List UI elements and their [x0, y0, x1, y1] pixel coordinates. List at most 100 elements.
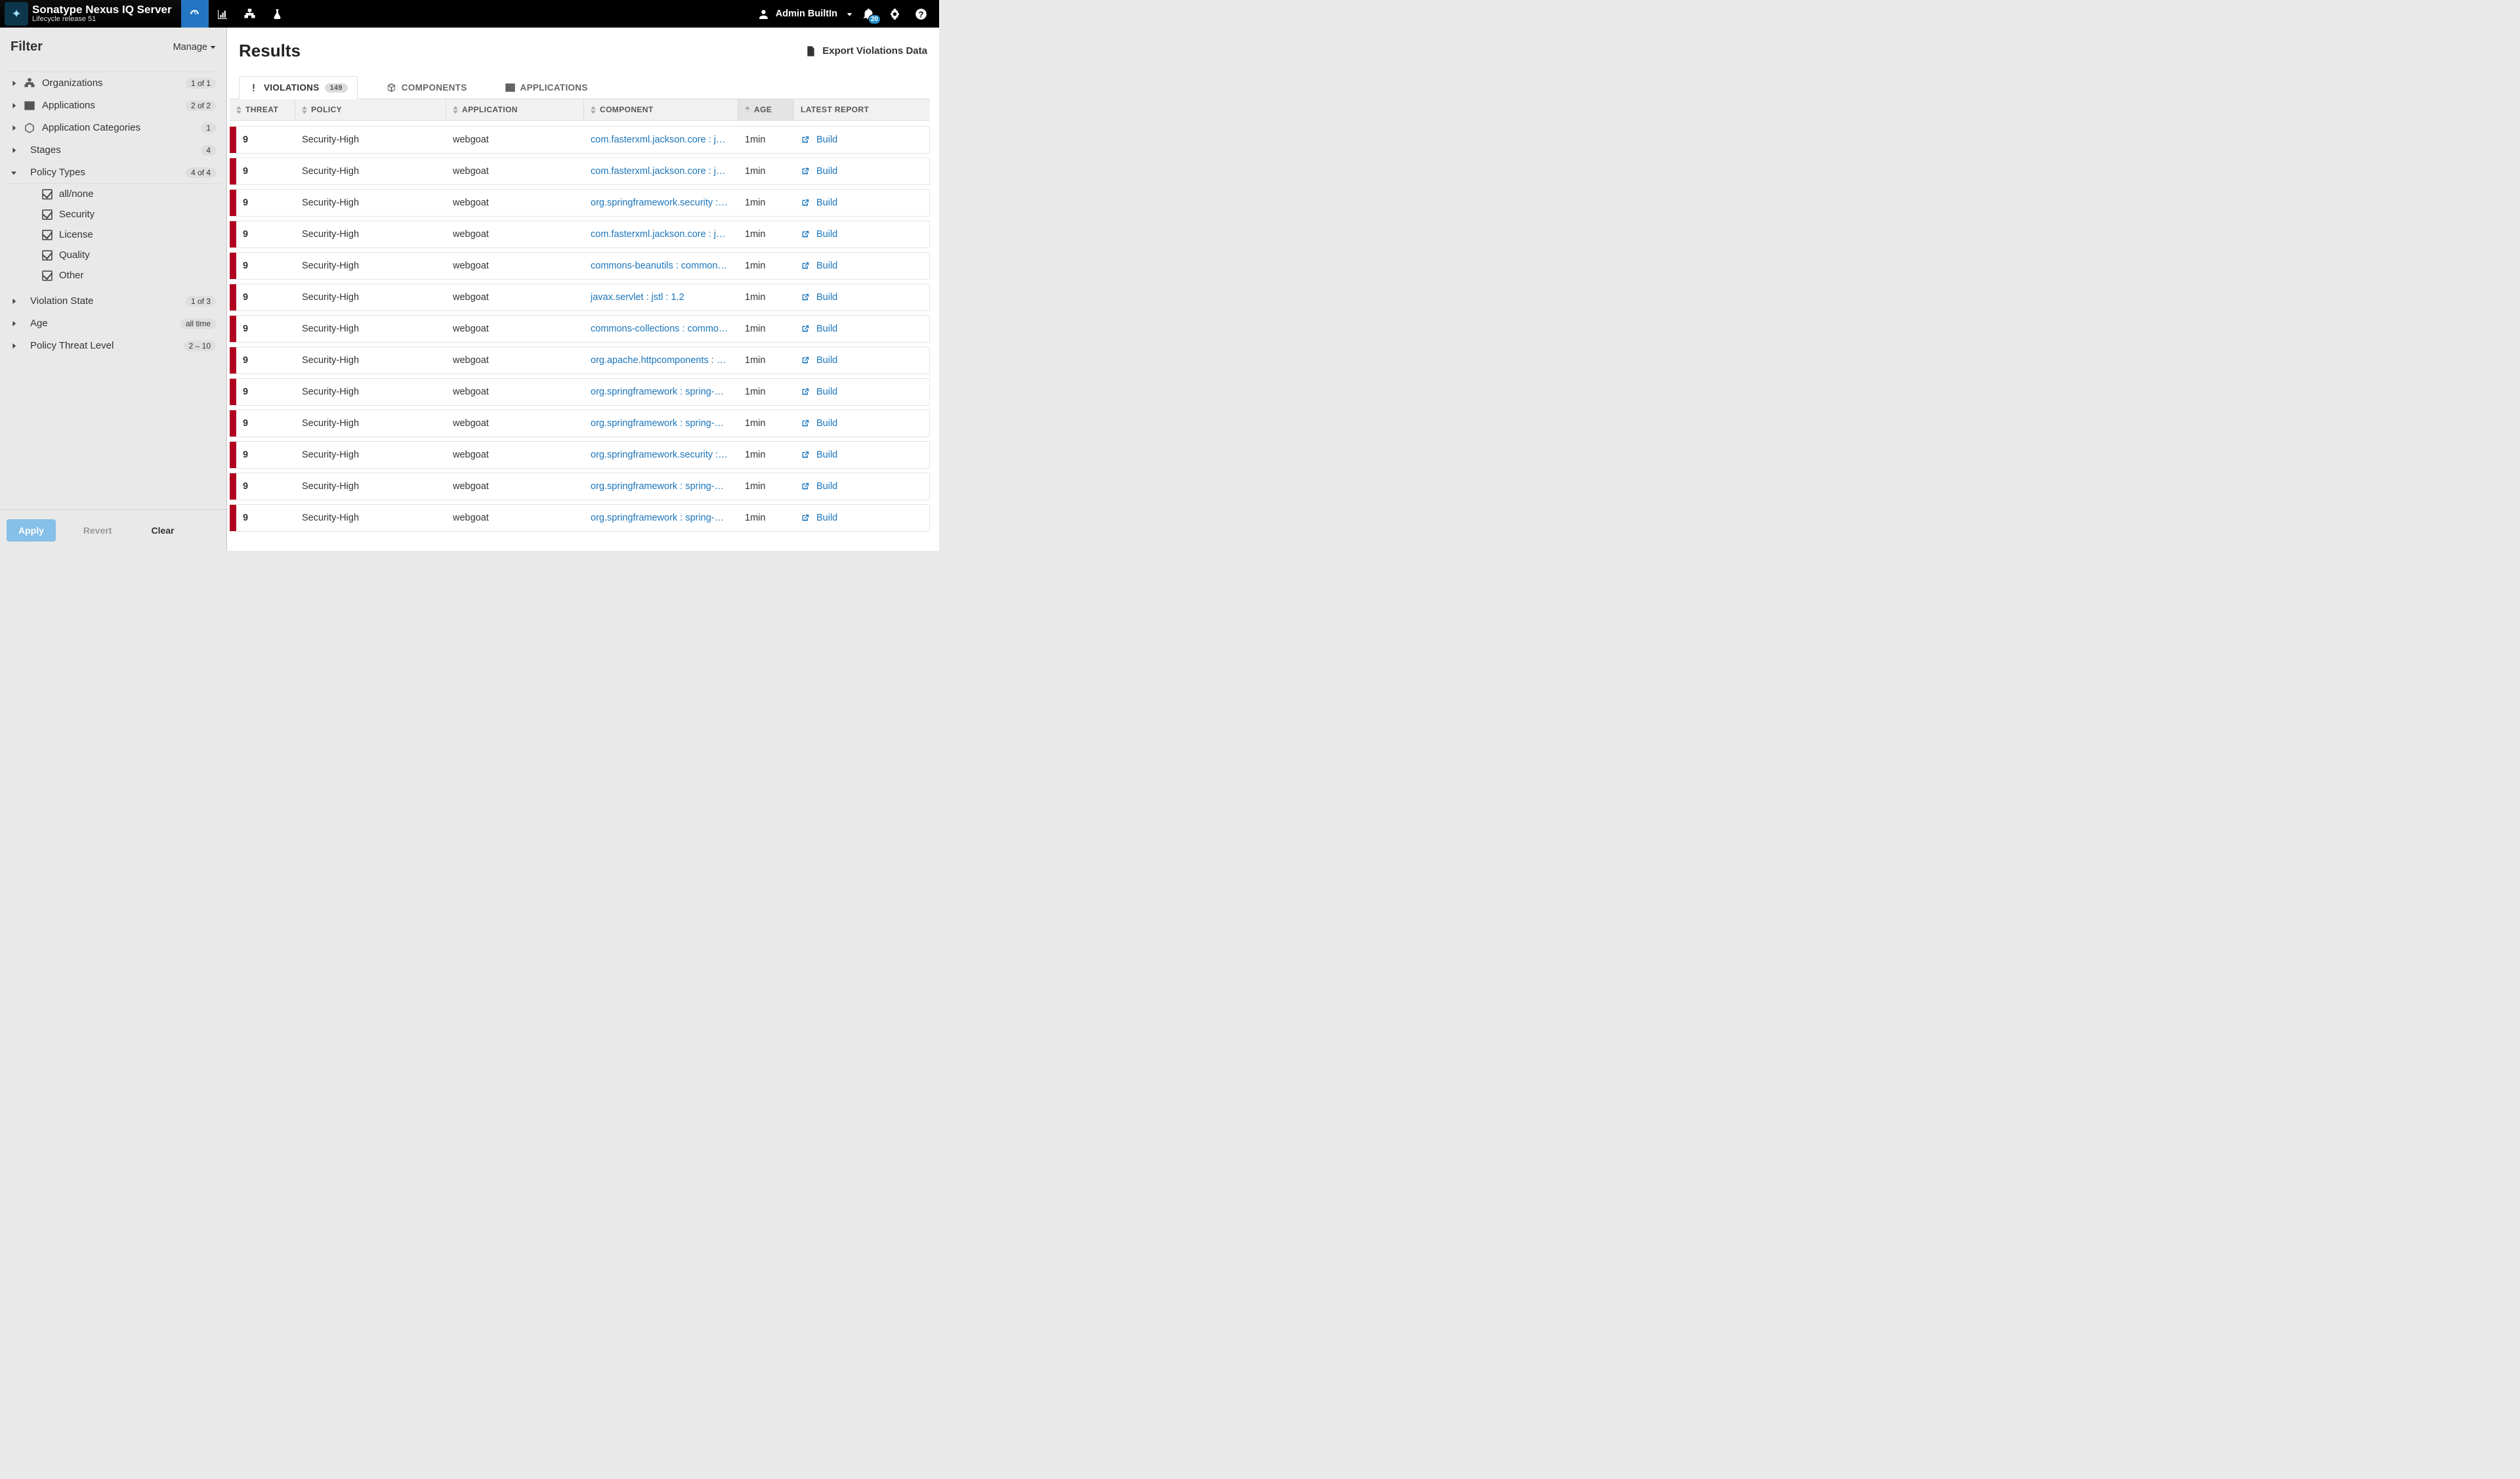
- user-label: Admin BuiltIn: [776, 9, 837, 19]
- filter-threat[interactable]: Policy Threat Level2 – 10: [5, 334, 221, 356]
- violation-row[interactable]: 9Security-Highwebgoatcommons-beanutils :…: [230, 252, 930, 280]
- violation-row[interactable]: 9Security-Highwebgoatorg.springframework…: [230, 189, 930, 217]
- tab-applications[interactable]: APPLICATIONS: [496, 77, 597, 98]
- violation-row[interactable]: 9Security-Highwebgoatorg.apache.httpcomp…: [230, 347, 930, 374]
- cell-report-link[interactable]: Build: [794, 410, 929, 437]
- cell-component-link[interactable]: org.apache.httpcomponents : …: [584, 347, 738, 374]
- report-label: Build: [816, 324, 837, 334]
- cell-component-link[interactable]: com.fasterxml.jackson.core : j…: [584, 221, 738, 247]
- violation-row[interactable]: 9Security-Highwebgoatorg.springframework…: [230, 441, 930, 469]
- filter-app-categories[interactable]: Application Categories1: [5, 116, 221, 139]
- checkbox-icon: [42, 270, 52, 281]
- cell-application: webgoat: [446, 253, 584, 279]
- check-label: License: [59, 229, 93, 240]
- gauge-icon: [189, 9, 200, 20]
- tab-label: COMPONENTS: [402, 83, 467, 93]
- notifications-button[interactable]: 20: [858, 3, 879, 24]
- filter-label: Stages: [30, 144, 194, 156]
- cell-component-link[interactable]: org.springframework : spring-…: [584, 473, 738, 500]
- cell-report-link[interactable]: Build: [794, 190, 929, 216]
- tab-label: VIOLATIONS: [264, 83, 320, 93]
- apply-button[interactable]: Apply: [7, 519, 56, 542]
- cell-application: webgoat: [446, 379, 584, 405]
- cell-report-link[interactable]: Build: [794, 347, 929, 374]
- violation-row[interactable]: 9Security-Highwebgoatcom.fasterxml.jacks…: [230, 158, 930, 185]
- violation-row[interactable]: 9Security-Highwebgoatjavax.servlet : jst…: [230, 284, 930, 311]
- report-label: Build: [816, 355, 837, 366]
- cell-report-link[interactable]: Build: [794, 127, 929, 153]
- filter-footer: Apply Revert Clear: [0, 509, 226, 551]
- col-policy[interactable]: POLICY: [295, 99, 446, 120]
- cell-report-link[interactable]: Build: [794, 505, 929, 531]
- cell-application: webgoat: [446, 442, 584, 468]
- cell-component-link[interactable]: commons-collections : commo…: [584, 316, 738, 342]
- filter-check-pt-all[interactable]: all/none: [5, 184, 221, 204]
- filter-policy-types[interactable]: Policy Types 4 of 4: [5, 161, 221, 183]
- filter-check-pt-security[interactable]: Security: [5, 204, 221, 225]
- external-link-icon: [801, 167, 810, 176]
- filter-count-pill: all time: [180, 318, 216, 329]
- filter-count-pill: 4: [201, 145, 216, 156]
- col-report: LATEST REPORT: [794, 99, 930, 120]
- settings-button[interactable]: [884, 3, 905, 24]
- filter-count-pill: 4 of 4: [186, 167, 216, 178]
- filter-check-pt-quality[interactable]: Quality: [5, 245, 221, 265]
- cell-policy: Security-High: [295, 316, 446, 342]
- hierarchy-icon: [244, 9, 255, 20]
- tab-components[interactable]: COMPONENTS: [377, 77, 476, 98]
- violation-row[interactable]: 9Security-Highwebgoatorg.springframework…: [230, 378, 930, 406]
- topbar: ✦ Sonatype Nexus IQ Server Lifecycle rel…: [0, 0, 939, 28]
- cell-policy: Security-High: [295, 284, 446, 311]
- cell-report-link[interactable]: Build: [794, 473, 929, 500]
- filter-stages[interactable]: Stages 4: [5, 139, 221, 161]
- cell-component-link[interactable]: org.springframework.security :…: [584, 442, 738, 468]
- external-link-icon: [801, 230, 810, 239]
- cell-component-link[interactable]: org.springframework : spring-…: [584, 379, 738, 405]
- cell-report-link[interactable]: Build: [794, 158, 929, 184]
- nav-orgs[interactable]: [236, 0, 264, 28]
- clear-button[interactable]: Clear: [139, 519, 186, 542]
- cell-component-link[interactable]: com.fasterxml.jackson.core : j…: [584, 127, 738, 153]
- col-component[interactable]: COMPONENT: [584, 99, 738, 120]
- violation-row[interactable]: 9Security-Highwebgoatorg.springframework…: [230, 410, 930, 437]
- report-label: Build: [816, 198, 837, 208]
- cell-component-link[interactable]: javax.servlet : jstl : 1.2: [584, 284, 738, 311]
- col-age[interactable]: AGE: [738, 99, 794, 120]
- cell-report-link[interactable]: Build: [794, 379, 929, 405]
- col-threat[interactable]: THREAT: [230, 99, 295, 120]
- violation-row[interactable]: 9Security-Highwebgoatcommons-collections…: [230, 315, 930, 343]
- cell-component-link[interactable]: org.springframework : spring-…: [584, 410, 738, 437]
- nav-labs[interactable]: [264, 0, 291, 28]
- col-application[interactable]: APPLICATION: [446, 99, 584, 120]
- cell-component-link[interactable]: org.springframework.security :…: [584, 190, 738, 216]
- cell-age: 1min: [738, 190, 794, 216]
- filter-check-pt-other[interactable]: Other: [5, 265, 221, 286]
- filter-label: Policy Types: [30, 167, 179, 178]
- cell-component-link[interactable]: com.fasterxml.jackson.core : j…: [584, 158, 738, 184]
- help-button[interactable]: [910, 3, 931, 24]
- violation-row[interactable]: 9Security-Highwebgoatorg.springframework…: [230, 504, 930, 532]
- cell-report-link[interactable]: Build: [794, 284, 929, 311]
- manage-dropdown[interactable]: Manage: [173, 42, 216, 53]
- filter-age[interactable]: Ageall time: [5, 312, 221, 334]
- export-violations-button[interactable]: Export Violations Data: [805, 45, 927, 56]
- cell-report-link[interactable]: Build: [794, 442, 929, 468]
- tab-violations[interactable]: VIOLATIONS149: [239, 76, 358, 99]
- user-menu[interactable]: Admin BuiltIn: [758, 9, 852, 20]
- filter-organizations[interactable]: Organizations1 of 1: [5, 72, 221, 94]
- filter-check-pt-license[interactable]: License: [5, 225, 221, 245]
- violation-row[interactable]: 9Security-Highwebgoatorg.springframework…: [230, 473, 930, 500]
- manage-label: Manage: [173, 42, 207, 53]
- revert-button[interactable]: Revert: [72, 519, 124, 542]
- nav-dashboard[interactable]: [181, 0, 209, 28]
- cell-component-link[interactable]: commons-beanutils : common…: [584, 253, 738, 279]
- nav-reports[interactable]: [209, 0, 236, 28]
- cell-report-link[interactable]: Build: [794, 221, 929, 247]
- filter-applications[interactable]: Applications2 of 2: [5, 94, 221, 116]
- violation-row[interactable]: 9Security-Highwebgoatcom.fasterxml.jacks…: [230, 126, 930, 154]
- cell-report-link[interactable]: Build: [794, 316, 929, 342]
- violation-row[interactable]: 9Security-Highwebgoatcom.fasterxml.jacks…: [230, 221, 930, 248]
- filter-violation-state[interactable]: Violation State1 of 3: [5, 289, 221, 312]
- cell-component-link[interactable]: org.springframework : spring-…: [584, 505, 738, 531]
- cell-report-link[interactable]: Build: [794, 253, 929, 279]
